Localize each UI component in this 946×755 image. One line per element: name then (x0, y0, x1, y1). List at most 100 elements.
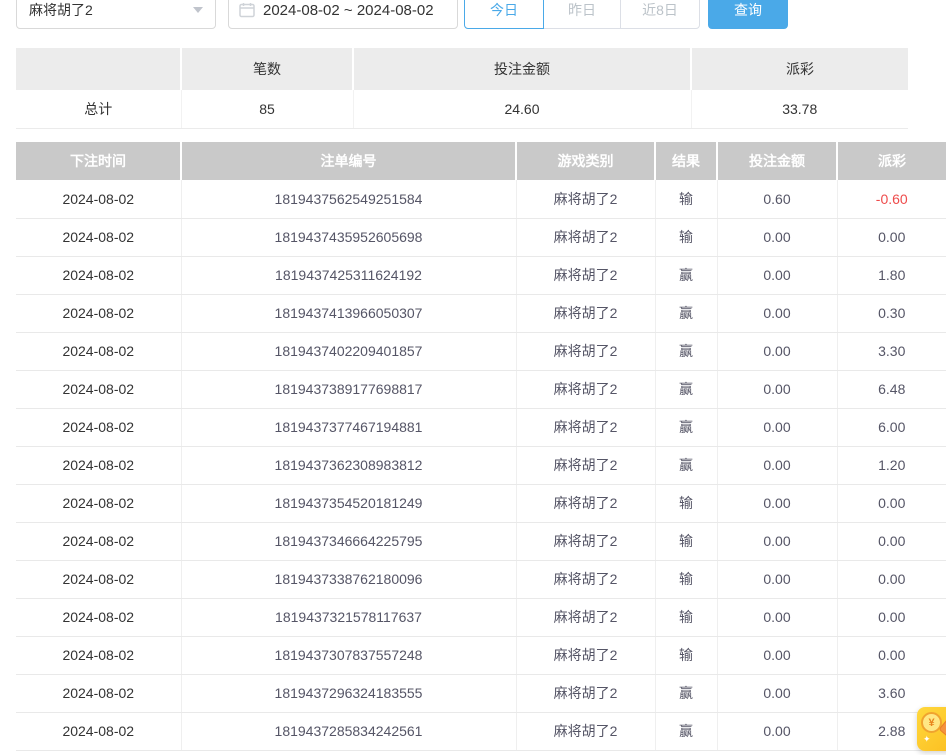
result-cell: 赢 (655, 712, 717, 750)
header-payout: 派彩 (837, 142, 946, 180)
date-range-input[interactable]: 2024-08-02 ~ 2024-08-02 (228, 0, 458, 29)
game-type-cell: 麻将胡了2 (516, 408, 655, 446)
bet-time-cell: 2024-08-02 (16, 598, 181, 636)
filter-bar: 麻将胡了2 2024-08-02 ~ 2024-08-02 今日 昨日 近8日 … (16, 0, 788, 29)
result-cell: 输 (655, 560, 717, 598)
summary-header-payout: 派彩 (691, 48, 908, 90)
result-cell: 赢 (655, 332, 717, 370)
order-number-cell: 1819437338762180096 (181, 560, 516, 598)
game-select-value: 麻将胡了2 (29, 0, 93, 20)
bet-time-cell: 2024-08-02 (16, 636, 181, 674)
bet-time-cell: 2024-08-02 (16, 180, 181, 218)
game-type-cell: 麻将胡了2 (516, 636, 655, 674)
payout-cell: 6.48 (837, 370, 946, 408)
last-8-days-button[interactable]: 近8日 (620, 0, 700, 29)
order-number-cell: 1819437285834242561 (181, 712, 516, 750)
result-cell: 赢 (655, 294, 717, 332)
bonus-float-button[interactable]: ¥ ✦ (917, 707, 946, 751)
order-number-cell: 1819437362308983812 (181, 446, 516, 484)
game-type-cell: 麻将胡了2 (516, 598, 655, 636)
bet-time-cell: 2024-08-02 (16, 522, 181, 560)
quick-date-group: 今日 昨日 近8日 (464, 0, 700, 29)
result-cell: 赢 (655, 256, 717, 294)
summary-total-label: 总计 (16, 90, 181, 128)
bet-time-cell: 2024-08-02 (16, 218, 181, 256)
result-cell: 赢 (655, 674, 717, 712)
payout-cell: 0.00 (837, 484, 946, 522)
bet-amount-cell: 0.00 (717, 256, 837, 294)
result-cell: 输 (655, 598, 717, 636)
summary-total-payout: 33.78 (691, 90, 908, 128)
sparkle-icon: ✦ (923, 734, 931, 745)
game-type-cell: 麻将胡了2 (516, 370, 655, 408)
table-row: 2024-08-02 1819437413966050307 麻将胡了2 赢 0… (16, 294, 946, 332)
summary-header-bet-amount: 投注金额 (353, 48, 691, 90)
bet-amount-cell: 0.00 (717, 446, 837, 484)
bet-time-cell: 2024-08-02 (16, 370, 181, 408)
summary-table: 笔数 投注金额 派彩 总计 85 24.60 33.78 (16, 48, 908, 129)
game-type-cell: 麻将胡了2 (516, 674, 655, 712)
order-number-cell: 1819437296324183555 (181, 674, 516, 712)
table-row: 2024-08-02 1819437354520181249 麻将胡了2 输 0… (16, 484, 946, 522)
order-number-cell: 1819437425311624192 (181, 256, 516, 294)
table-row: 2024-08-02 1819437307837557248 麻将胡了2 输 0… (16, 636, 946, 674)
bet-amount-cell: 0.00 (717, 370, 837, 408)
bet-amount-cell: 0.00 (717, 560, 837, 598)
header-bet-time: 下注时间 (16, 142, 181, 180)
order-number-cell: 1819437354520181249 (181, 484, 516, 522)
records-header-row: 下注时间 注单编号 游戏类别 结果 投注金额 派彩 (16, 142, 946, 180)
header-game-type: 游戏类别 (516, 142, 655, 180)
game-select[interactable]: 麻将胡了2 (16, 0, 216, 29)
payout-cell: 1.80 (837, 256, 946, 294)
bet-amount-cell: 0.00 (717, 636, 837, 674)
order-number-cell: 1819437562549251584 (181, 180, 516, 218)
result-cell: 输 (655, 180, 717, 218)
bet-time-cell: 2024-08-02 (16, 446, 181, 484)
bet-time-cell: 2024-08-02 (16, 332, 181, 370)
payout-cell: 0.00 (837, 560, 946, 598)
payout-cell: -0.60 (837, 180, 946, 218)
table-row: 2024-08-02 1819437285834242561 麻将胡了2 赢 0… (16, 712, 946, 750)
bet-time-cell: 2024-08-02 (16, 712, 181, 750)
bet-amount-cell: 0.00 (717, 408, 837, 446)
game-type-cell: 麻将胡了2 (516, 522, 655, 560)
result-cell: 赢 (655, 446, 717, 484)
table-row: 2024-08-02 1819437362308983812 麻将胡了2 赢 0… (16, 446, 946, 484)
game-type-cell: 麻将胡了2 (516, 294, 655, 332)
table-row: 2024-08-02 1819437435952605698 麻将胡了2 输 0… (16, 218, 946, 256)
summary-total-count: 85 (181, 90, 353, 128)
bet-amount-cell: 0.00 (717, 332, 837, 370)
header-result: 结果 (655, 142, 717, 180)
yesterday-button[interactable]: 昨日 (543, 0, 621, 29)
chevron-down-icon (193, 7, 203, 13)
bet-amount-cell: 0.00 (717, 712, 837, 750)
game-type-cell: 麻将胡了2 (516, 560, 655, 598)
result-cell: 赢 (655, 408, 717, 446)
order-number-cell: 1819437413966050307 (181, 294, 516, 332)
today-button[interactable]: 今日 (464, 0, 544, 29)
order-number-cell: 1819437321578117637 (181, 598, 516, 636)
table-row: 2024-08-02 1819437425311624192 麻将胡了2 赢 0… (16, 256, 946, 294)
game-type-cell: 麻将胡了2 (516, 712, 655, 750)
search-button[interactable]: 查询 (708, 0, 788, 29)
header-bet-amount: 投注金额 (717, 142, 837, 180)
result-cell: 赢 (655, 370, 717, 408)
table-row: 2024-08-02 1819437321578117637 麻将胡了2 输 0… (16, 598, 946, 636)
order-number-cell: 1819437307837557248 (181, 636, 516, 674)
bet-amount-cell: 0.00 (717, 218, 837, 256)
table-row: 2024-08-02 1819437346664225795 麻将胡了2 输 0… (16, 522, 946, 560)
summary-total-bet-amount: 24.60 (353, 90, 691, 128)
game-type-cell: 麻将胡了2 (516, 256, 655, 294)
game-type-cell: 麻将胡了2 (516, 218, 655, 256)
records-table: 下注时间 注单编号 游戏类别 结果 投注金额 派彩 2024-08-02 181… (16, 142, 946, 751)
date-range-value: 2024-08-02 ~ 2024-08-02 (263, 2, 434, 19)
header-order-number: 注单编号 (181, 142, 516, 180)
payout-cell: 3.30 (837, 332, 946, 370)
table-row: 2024-08-02 1819437562549251584 麻将胡了2 输 0… (16, 180, 946, 218)
summary-total-row: 总计 85 24.60 33.78 (16, 90, 908, 128)
bet-time-cell: 2024-08-02 (16, 674, 181, 712)
payout-cell: 6.00 (837, 408, 946, 446)
table-row: 2024-08-02 1819437296324183555 麻将胡了2 赢 0… (16, 674, 946, 712)
table-row: 2024-08-02 1819437338762180096 麻将胡了2 输 0… (16, 560, 946, 598)
bet-time-cell: 2024-08-02 (16, 484, 181, 522)
